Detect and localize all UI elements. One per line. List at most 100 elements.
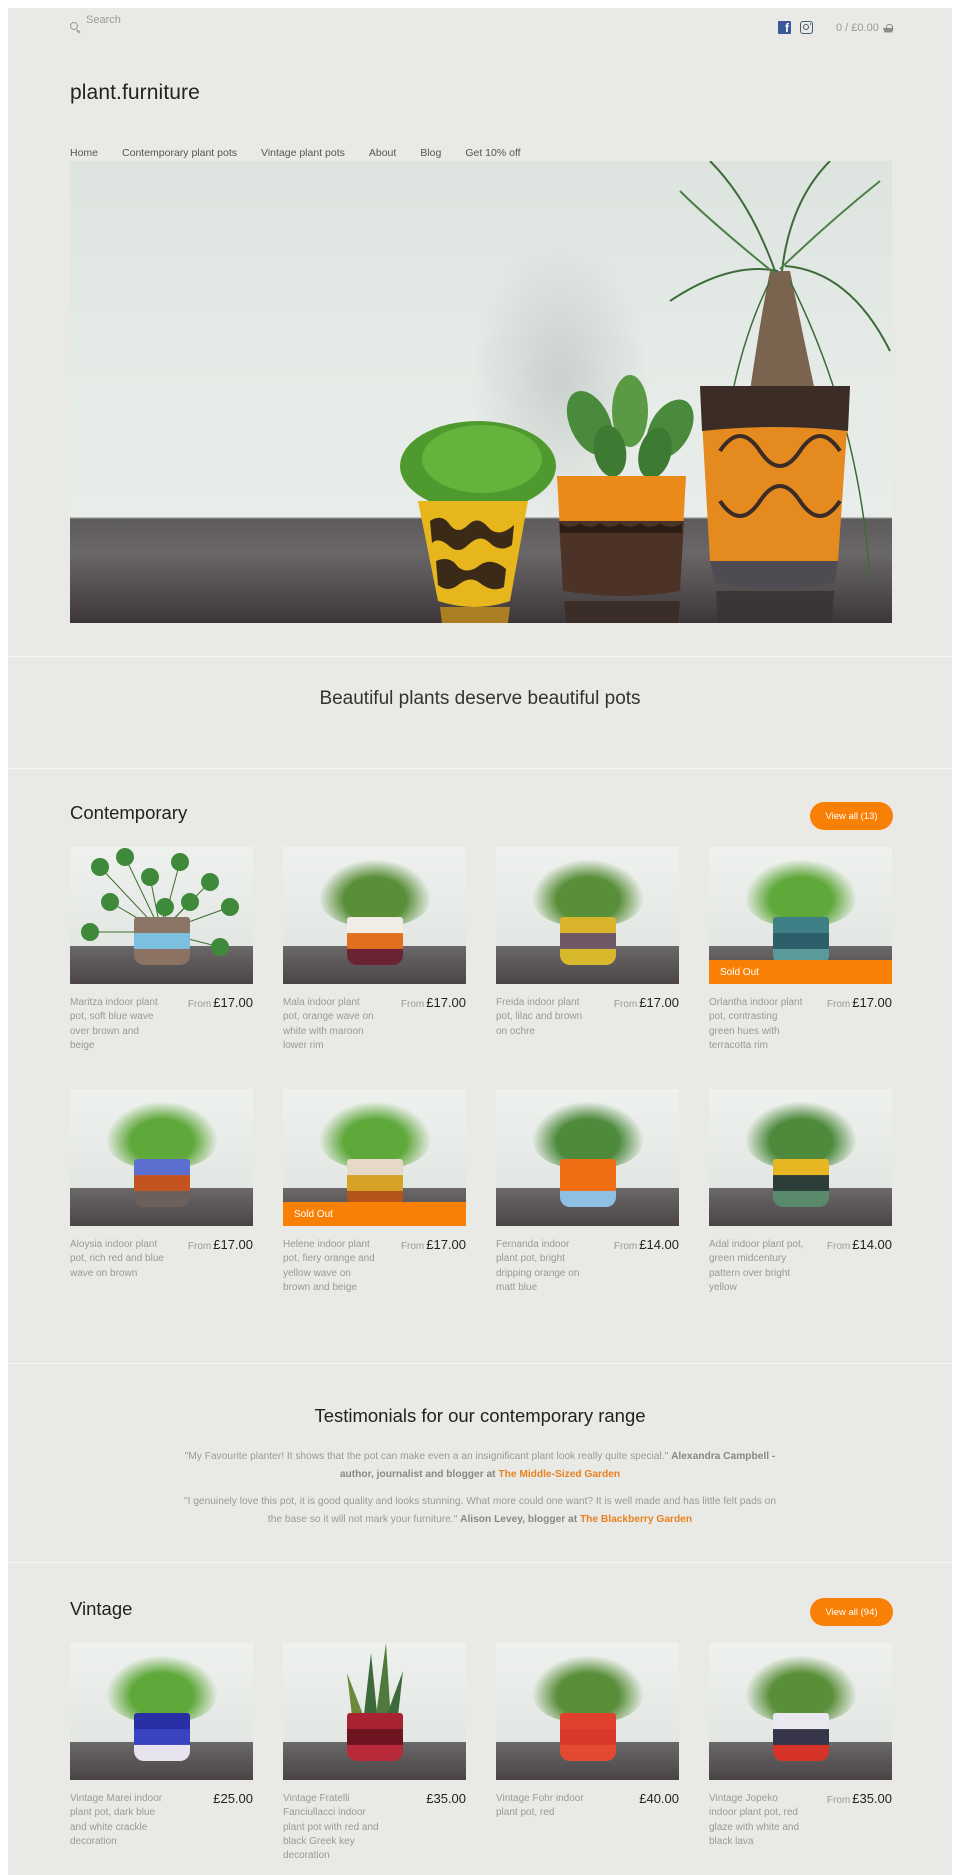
nav-vintage-plant-pots[interactable]: Vintage plant pots (261, 147, 345, 159)
product-name[interactable]: Maritza indoor plant pot, soft blue wave… (70, 996, 166, 1053)
product-image[interactable] (283, 1643, 466, 1780)
product-image[interactable] (496, 847, 679, 984)
divider (8, 768, 952, 769)
testimonials-title: Testimonials for our contemporary range (314, 1405, 646, 1426)
vintage-section-title: Vintage (70, 1598, 133, 1619)
product-name[interactable]: Adal indoor plant pot, green midcentury … (709, 1238, 805, 1295)
product-price: From £17.00 (401, 1238, 466, 1295)
product-image[interactable] (70, 847, 253, 984)
product-card[interactable]: Vintage Fohr indoor plant pot, red £40.00 (496, 1643, 679, 1863)
product-image[interactable]: Sold Out (283, 1089, 466, 1226)
nav-about[interactable]: About (369, 147, 396, 159)
product-price: From £17.00 (827, 996, 892, 1053)
hero-orange-pot-plant (557, 375, 694, 623)
view-all-contemporary-button[interactable]: View all (13) (810, 802, 893, 830)
product-price: £35.00 (424, 1792, 466, 1863)
product-card[interactable]: Adal indoor plant pot, green midcentury … (709, 1089, 892, 1331)
testimonial: "I genuinely love this pot, it is good q… (180, 1493, 780, 1528)
price-value: £35.00 (426, 1791, 466, 1806)
price-from-label: From (826, 999, 851, 1010)
product-card[interactable]: Maritza indoor plant pot, soft blue wave… (70, 847, 253, 1089)
product-image[interactable] (709, 1089, 892, 1226)
product-name[interactable]: Fernanda indoor plant pot, bright drippi… (496, 1238, 592, 1295)
product-price: From £17.00 (614, 996, 679, 1039)
product-name[interactable]: Mala indoor plant pot, orange wave on wh… (283, 996, 379, 1053)
vintage-product-grid: Vintage Marei indoor plant pot, dark blu… (70, 1643, 892, 1863)
sold-out-badge: Sold Out (283, 1202, 466, 1226)
product-image[interactable]: Sold Out (709, 847, 892, 984)
product-card[interactable]: Vintage Fratelli Fanciullacci indoor pla… (283, 1643, 466, 1863)
search-bar[interactable] (70, 14, 246, 32)
product-name[interactable]: Vintage Jopeko indoor plant pot, red gla… (709, 1792, 805, 1849)
price-from-label: From (613, 1241, 638, 1252)
search-input[interactable] (86, 14, 246, 26)
product-card[interactable]: Sold Out Helene indoor plant pot, fiery o… (283, 1089, 466, 1331)
product-name[interactable]: Helene indoor plant pot, fiery orange an… (283, 1238, 379, 1295)
product-name[interactable]: Vintage Fratelli Fanciullacci indoor pla… (283, 1792, 379, 1863)
product-price: From £17.00 (401, 996, 466, 1053)
testimonial-quote: "My Favourite planter! It shows that the… (184, 1451, 669, 1462)
product-card[interactable]: Sold Out Orlantha indoor plant pot, contr… (709, 847, 892, 1089)
product-price: From £14.00 (614, 1238, 679, 1295)
search-icon (70, 22, 80, 32)
product-image[interactable] (496, 1089, 679, 1226)
hero-yellow-pot-plant (400, 421, 556, 623)
facebook-icon[interactable]: f (778, 21, 791, 34)
nav-home[interactable]: Home (70, 147, 98, 159)
price-from-label: From (613, 999, 638, 1010)
price-value: £25.00 (213, 1791, 253, 1806)
product-card[interactable]: Vintage Jopeko indoor plant pot, red gla… (709, 1643, 892, 1863)
testimonial-source-link[interactable]: The Middle-Sized Garden (498, 1469, 620, 1480)
price-from-label: From (187, 1241, 212, 1252)
hero-image (70, 161, 892, 623)
product-image[interactable] (496, 1643, 679, 1780)
sold-out-badge: Sold Out (709, 960, 892, 984)
price-from-label: From (826, 1241, 851, 1252)
product-card[interactable]: Fernanda indoor plant pot, bright drippi… (496, 1089, 679, 1331)
product-price: From £35.00 (827, 1792, 892, 1849)
product-price: From £17.00 (188, 1238, 253, 1281)
contemporary-product-grid: Maritza indoor plant pot, soft blue wave… (70, 847, 892, 1331)
product-card[interactable]: Mala indoor plant pot, orange wave on wh… (283, 847, 466, 1089)
instagram-icon[interactable] (800, 21, 813, 34)
basket-icon (883, 23, 894, 33)
product-name[interactable]: Freida indoor plant pot, lilac and brown… (496, 996, 592, 1039)
divider (8, 1562, 952, 1563)
social-links: f (778, 21, 813, 34)
product-card[interactable]: Vintage Marei indoor plant pot, dark blu… (70, 1643, 253, 1863)
product-card[interactable]: Freida indoor plant pot, lilac and brown… (496, 847, 679, 1089)
price-value: £17.00 (426, 1237, 466, 1252)
divider (8, 656, 952, 657)
price-from-label: From (826, 1795, 851, 1806)
testimonial-source-link[interactable]: The Blackberry Garden (580, 1514, 692, 1525)
hero-plants-illustration (400, 161, 891, 623)
product-image[interactable] (70, 1643, 253, 1780)
price-value: £17.00 (213, 995, 253, 1010)
product-price: £25.00 (211, 1792, 253, 1849)
main-nav: Home Contemporary plant pots Vintage pla… (70, 147, 521, 159)
price-from-label: From (400, 999, 425, 1010)
testimonial-author: Alison Levey, blogger at (460, 1513, 578, 1525)
product-image[interactable] (709, 1643, 892, 1780)
price-value: £17.00 (852, 995, 892, 1010)
product-image[interactable] (70, 1089, 253, 1226)
price-value: £17.00 (213, 1237, 253, 1252)
cart-link[interactable]: 0 / £0.00 (836, 22, 894, 34)
nav-contemporary-plant-pots[interactable]: Contemporary plant pots (122, 147, 237, 159)
price-value: £14.00 (852, 1237, 892, 1252)
product-name[interactable]: Vintage Marei indoor plant pot, dark blu… (70, 1792, 166, 1849)
price-value: £17.00 (639, 995, 679, 1010)
nav-blog[interactable]: Blog (420, 147, 441, 159)
product-name[interactable]: Aloysia indoor plant pot, rich red and b… (70, 1238, 166, 1281)
divider (8, 1363, 952, 1364)
nav-get-10-off[interactable]: Get 10% off (465, 147, 520, 159)
product-card[interactable]: Aloysia indoor plant pot, rich red and b… (70, 1089, 253, 1331)
product-name[interactable]: Orlantha indoor plant pot, contrasting g… (709, 996, 805, 1053)
site-logo[interactable]: plant.furniture (70, 81, 200, 105)
product-image[interactable] (283, 847, 466, 984)
view-all-vintage-button[interactable]: View all (94) (810, 1598, 893, 1626)
price-from-label: From (187, 999, 212, 1010)
product-name[interactable]: Vintage Fohr indoor plant pot, red (496, 1792, 592, 1821)
price-value: £40.00 (639, 1791, 679, 1806)
product-price: From £17.00 (188, 996, 253, 1053)
